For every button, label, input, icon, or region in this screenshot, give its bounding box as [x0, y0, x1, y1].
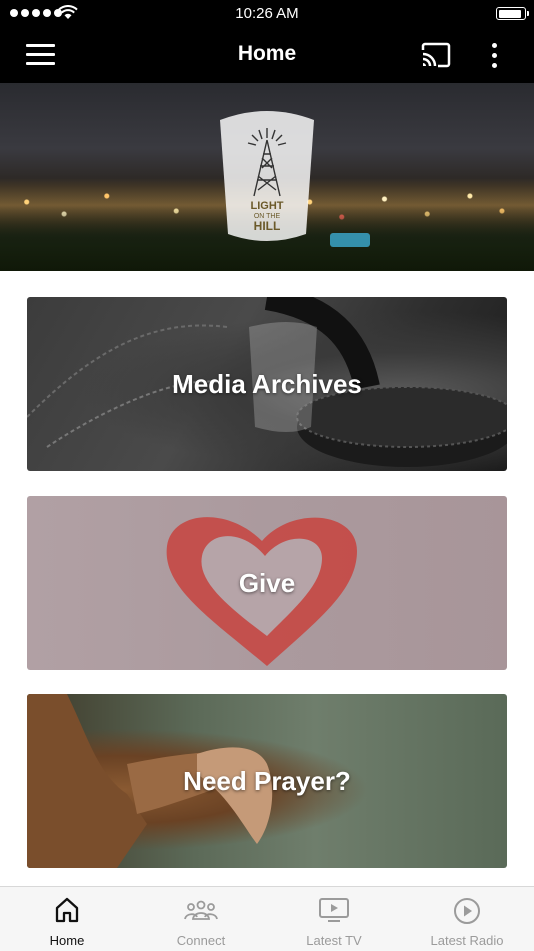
tab-latest-tv-label: Latest TV: [306, 933, 362, 948]
tab-latest-tv[interactable]: Latest TV: [267, 887, 401, 951]
tab-home-label: Home: [49, 933, 85, 948]
tab-connect[interactable]: Connect: [134, 887, 268, 951]
media-archives-card[interactable]: Media Archives: [27, 297, 507, 471]
people-icon: [184, 900, 218, 920]
light-on-the-hill-logo: LIGHT ON THE HILL: [220, 111, 314, 241]
tab-latest-radio-label: Latest Radio: [430, 933, 504, 948]
more-options-icon[interactable]: [487, 41, 501, 71]
give-card[interactable]: Give: [27, 496, 507, 670]
tab-connect-label: Connect: [176, 933, 226, 948]
need-prayer-title: Need Prayer?: [183, 765, 351, 796]
play-circle-icon: [454, 898, 480, 924]
app-bar: Home: [0, 28, 534, 83]
tab-home[interactable]: Home: [0, 887, 134, 951]
home-icon: [55, 897, 79, 923]
logo-line-3: HILL: [254, 219, 281, 233]
give-title: Give: [238, 567, 296, 598]
cast-icon[interactable]: [420, 42, 452, 68]
status-bar: 10:26 AM: [0, 0, 534, 28]
page-title: Home: [237, 42, 297, 65]
tab-latest-radio[interactable]: Latest Radio: [400, 887, 534, 951]
need-prayer-card[interactable]: Need Prayer?: [27, 694, 507, 868]
tv-icon: [319, 898, 349, 922]
logo-line-1: LIGHT: [251, 200, 284, 212]
status-time: 10:26 AM: [235, 5, 299, 22]
bottom-tab-bar: Home Connect Latest TV Latest Radio: [0, 886, 534, 951]
battery-icon: [496, 7, 529, 20]
media-archives-title: Media Archives: [172, 368, 362, 399]
